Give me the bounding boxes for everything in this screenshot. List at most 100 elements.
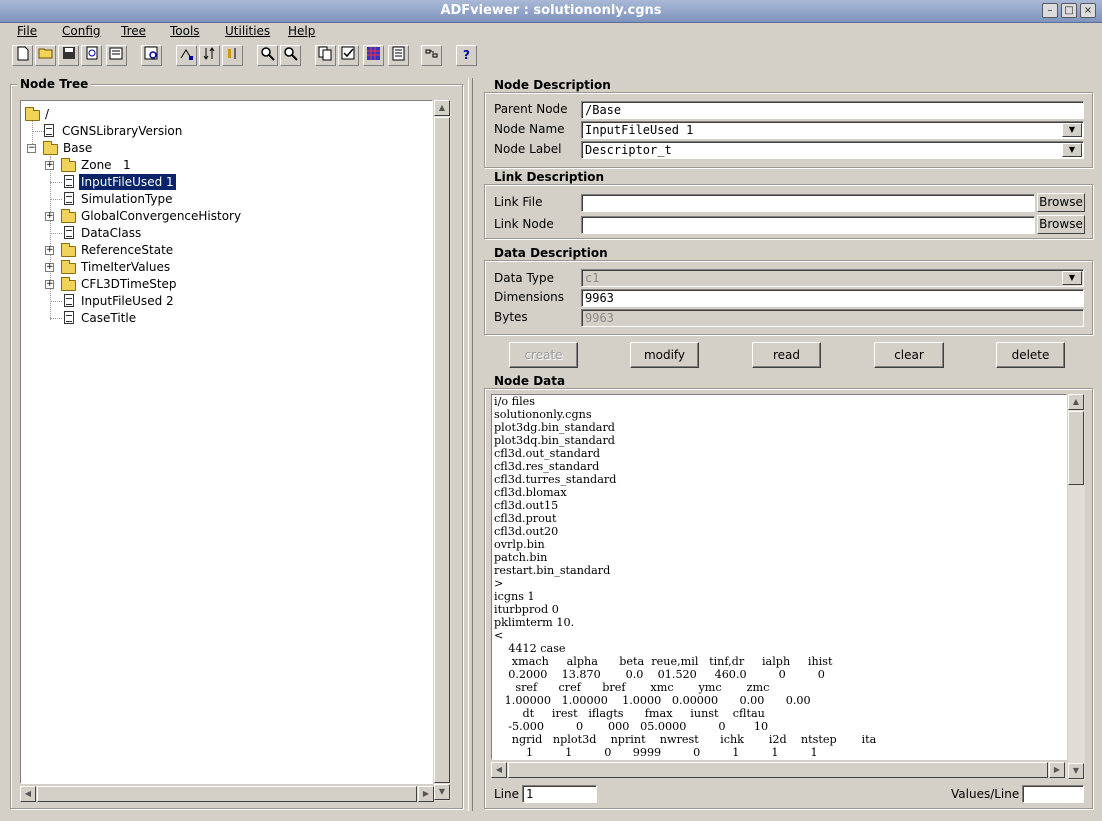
table-button[interactable] — [388, 45, 409, 66]
menu-config[interactable]: Config — [62, 24, 101, 38]
tree-hscroll-thumb[interactable] — [37, 786, 417, 802]
tree-node-globalconvergencehistory[interactable]: + GlobalConvergenceHistory — [45, 208, 265, 224]
node-data-text-area[interactable]: i/o files solutiononly.cgns plot3dg.bin_… — [491, 394, 1067, 760]
node-label-dropdown-icon[interactable]: ▼ — [1062, 143, 1082, 157]
tree-node-casetitle[interactable]: CaseTitle — [63, 310, 213, 326]
expand-toggle[interactable]: + — [45, 246, 54, 255]
scroll-right-arrow-icon[interactable]: ▶ — [1049, 762, 1065, 778]
line-label: Line — [494, 787, 520, 801]
refresh-button[interactable] — [81, 45, 102, 66]
link-button[interactable] — [421, 45, 442, 66]
tree-node-inputfileused-1[interactable]: InputFileUsed 1 — [63, 174, 213, 190]
zoom-in-button[interactable] — [257, 45, 278, 66]
delete-button[interactable]: delete — [996, 342, 1065, 368]
data-type-dropdown-icon[interactable]: ▼ — [1062, 271, 1082, 285]
scroll-up-arrow-icon[interactable]: ▲ — [434, 100, 450, 116]
folder-icon — [25, 107, 40, 121]
node-name-label: Node Name — [494, 122, 565, 136]
node-label-combo[interactable]: Descriptor_t — [581, 141, 1084, 159]
scroll-left-arrow-icon[interactable]: ◀ — [20, 786, 36, 802]
link-file-browse-button[interactable]: Browse — [1037, 193, 1085, 212]
tree-node-cfl3dtimestep[interactable]: + CFL3DTimeStep — [45, 276, 265, 292]
minimize-button[interactable]: – — [1042, 3, 1058, 18]
tree-vscroll-thumb[interactable] — [434, 117, 450, 783]
window-title: ADFviewer : solutiononly.cgns — [440, 3, 662, 18]
save-button[interactable] — [58, 45, 79, 66]
scroll-down-arrow-icon[interactable]: ▼ — [1068, 763, 1084, 779]
expand-toggle[interactable]: + — [45, 280, 54, 289]
menu-utilities[interactable]: Utilities — [225, 24, 270, 38]
expand-toggle[interactable]: + — [45, 263, 54, 272]
tree-vertical-scrollbar[interactable]: ▲ ▼ — [434, 100, 451, 801]
tree-node-simulationtype[interactable]: SimulationType — [63, 191, 213, 207]
tree-node-dataclass[interactable]: DataClass — [63, 225, 213, 241]
sort-tree-button[interactable] — [199, 45, 220, 66]
data-vscroll-thumb[interactable] — [1068, 411, 1084, 485]
collapse-toggle[interactable]: − — [27, 144, 36, 153]
refresh-icon — [86, 46, 97, 60]
modify-button[interactable]: modify — [630, 342, 699, 368]
menu-tree[interactable]: Tree — [121, 24, 146, 38]
menu-file[interactable]: File — [17, 24, 37, 38]
open-folder-icon — [38, 48, 52, 59]
node-name-dropdown-icon[interactable]: ▼ — [1062, 123, 1082, 137]
data-type-combo[interactable]: c1 — [581, 269, 1084, 287]
data-vertical-scrollbar[interactable]: ▲ ▼ — [1068, 394, 1085, 780]
node-data-text: i/o files solutiononly.cgns plot3dg.bin_… — [494, 395, 877, 759]
new-file-button[interactable] — [12, 45, 33, 66]
expand-toggle[interactable]: + — [45, 161, 54, 170]
collapse-tree-icon — [228, 48, 236, 59]
document-icon — [64, 226, 74, 239]
grid-plot-button[interactable] — [363, 45, 384, 66]
collapse-tree-button[interactable] — [222, 45, 243, 66]
menu-tools[interactable]: Tools — [170, 24, 200, 38]
tree-node-label: / — [45, 107, 50, 121]
folder-icon — [61, 260, 76, 274]
zoom-out-button[interactable] — [280, 45, 301, 66]
data-horizontal-scrollbar[interactable]: ◀ ▶ — [491, 762, 1067, 778]
expand-toggle[interactable]: + — [45, 212, 54, 221]
copy-node-button[interactable] — [315, 45, 336, 66]
tree-node-zone-1[interactable]: + Zone 1 — [45, 157, 165, 173]
scroll-up-arrow-icon[interactable]: ▲ — [1068, 394, 1084, 410]
tree-node-label: ReferenceState — [81, 243, 174, 257]
scroll-left-arrow-icon[interactable]: ◀ — [491, 762, 507, 778]
folder-icon — [43, 141, 58, 155]
maximize-button[interactable]: □ — [1061, 3, 1077, 18]
open-button[interactable] — [35, 45, 56, 66]
data-description-title: Data Description — [491, 246, 611, 260]
panel-splitter[interactable] — [468, 78, 473, 811]
tree-node-base[interactable]: − Base — [27, 140, 127, 156]
values-per-line-field[interactable] — [1022, 785, 1084, 803]
menu-bar: File Config Tree Tools Utilities Help — [0, 22, 1102, 40]
scroll-right-arrow-icon[interactable]: ▶ — [418, 786, 434, 802]
tree-node-label: DataClass — [81, 226, 142, 240]
tree-node-timeitervalues[interactable]: + TimeIterValues — [45, 259, 265, 275]
expand-tree-button[interactable] — [176, 45, 197, 66]
read-button[interactable]: read — [752, 342, 821, 368]
link-node-browse-button[interactable]: Browse — [1037, 215, 1085, 234]
find-node-icon — [144, 46, 157, 60]
parent-node-field[interactable]: /Base — [581, 101, 1084, 119]
node-tree[interactable]: / CGNSLibraryVersion − Base + Zone 1 Inp… — [20, 100, 433, 784]
line-field[interactable]: 1 — [522, 785, 597, 803]
tree-node-inputfileused-2[interactable]: InputFileUsed 2 — [63, 293, 213, 309]
help-button[interactable]: ? — [456, 45, 477, 66]
tree-node-label-selected: InputFileUsed 1 — [79, 174, 176, 190]
close-button[interactable]: × — [1080, 3, 1096, 18]
find-node-button[interactable] — [141, 45, 162, 66]
clear-button[interactable]: clear — [874, 342, 944, 368]
data-type-label: Data Type — [494, 271, 555, 285]
link-node-field[interactable] — [581, 216, 1035, 234]
dimensions-field[interactable]: 9963 — [581, 289, 1084, 307]
tree-horizontal-scrollbar[interactable]: ◀ ▶ — [20, 786, 434, 802]
check-button[interactable] — [338, 45, 359, 66]
link-file-field[interactable] — [581, 194, 1035, 212]
create-button[interactable]: create — [509, 342, 578, 368]
node-name-combo[interactable]: InputFileUsed 1 — [581, 121, 1084, 139]
scroll-down-arrow-icon[interactable]: ▼ — [434, 784, 450, 800]
properties-button[interactable] — [106, 45, 127, 66]
tree-node-referencestate[interactable]: + ReferenceState — [45, 242, 265, 258]
menu-help[interactable]: Help — [288, 24, 315, 38]
data-hscroll-thumb[interactable] — [508, 762, 1048, 778]
